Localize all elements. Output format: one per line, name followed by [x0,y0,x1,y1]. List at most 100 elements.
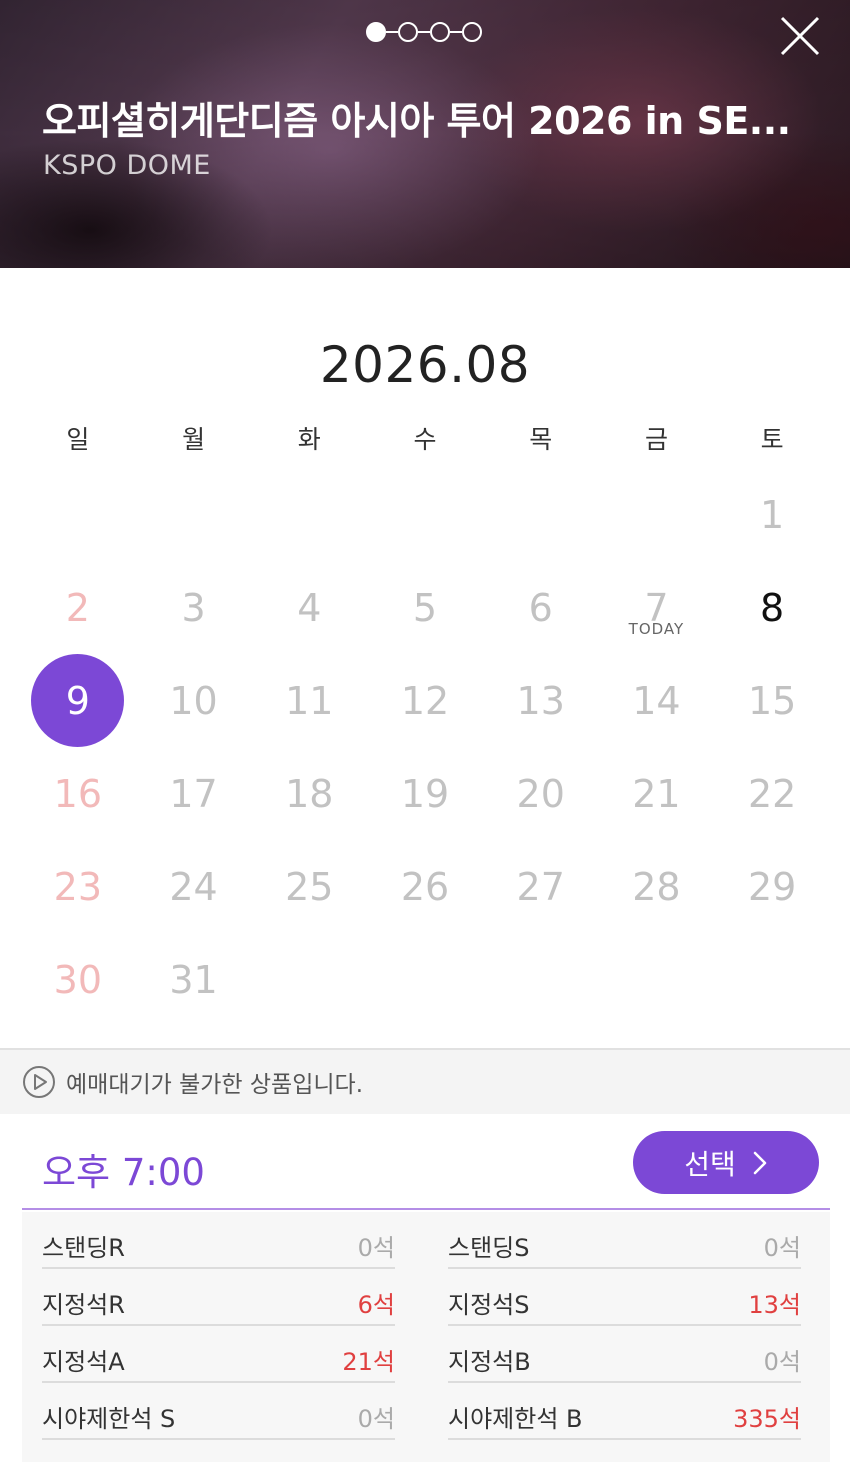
day-number: 10 [169,678,218,723]
day-number: 23 [53,864,103,909]
calendar-day: 27 [483,840,599,933]
event-title: 오피셜히게단디즘 아시아 투어 2026 in SE... [42,99,791,143]
weekday-sun: 일 [66,425,90,454]
notice-text: 예매대기가 불가한 상품입니다. [66,1072,364,1098]
select-button-label: 선택 [684,1147,736,1181]
day-number: 6 [528,585,553,630]
day-number: 31 [169,957,218,1002]
day-number: 30 [53,957,103,1002]
day-number: 28 [632,864,681,909]
calendar-day-selected[interactable]: 9 [20,654,136,747]
weekday-thu: 목 [529,425,553,454]
weekday-header: 일 월 화 수 목 금 토 [20,420,830,456]
day-number: 21 [632,771,681,816]
weekday-tue: 화 [297,425,321,454]
selected-day-number: 9 [31,654,125,747]
calendar-empty-cell [367,468,483,561]
day-number: 4 [297,585,322,630]
day-number: 25 [285,864,334,909]
calendar-day: 25 [251,840,367,933]
calendar-day: 19 [367,747,483,840]
calendar-day: 13 [483,654,599,747]
day-number: 29 [747,864,797,909]
calendar-day: 6 [483,561,599,654]
calendar-day: 1 [714,468,830,561]
image-pager[interactable] [366,22,482,42]
seat-remaining-count: 21석 [342,1348,395,1376]
calendar-day: 15 [714,654,830,747]
seat-grade-name: 지정석S [448,1291,530,1319]
calendar-day: 10 [136,654,252,747]
seat-remaining-count: 13석 [748,1291,801,1319]
day-number: 11 [285,678,334,723]
seat-grade-name: 시야제한석 B [448,1405,583,1433]
session-time: 오후 7:00 [42,1151,205,1194]
pager-connector [418,30,430,34]
pager-dot[interactable] [430,22,450,42]
event-header: 오피셜히게단디즘 아시아 투어 2026 in SE... KSPO DOME [0,0,850,268]
seat-row: 스탠딩R 0석 [42,1212,395,1269]
section-divider [22,1208,830,1210]
day-number: 16 [53,771,103,816]
calendar-day: 17 [136,747,252,840]
notice-bar: 예매대기가 불가한 상품입니다. [0,1048,850,1114]
day-number: 20 [516,771,565,816]
play-circle-icon [23,1066,55,1098]
calendar-day: 4 [251,561,367,654]
calendar-empty-cell [599,468,715,561]
calendar-day: 24 [136,840,252,933]
day-number: 19 [400,771,450,816]
calendar-day: 7 TODAY [599,561,715,654]
seat-row: 지정석B 0석 [448,1326,801,1383]
day-number: 5 [412,585,438,630]
weekday-sat: 토 [760,425,784,454]
calendar-day: 5 [367,561,483,654]
seat-row: 지정석A 21석 [42,1326,395,1383]
calendar-empty-cell [483,468,599,561]
seat-row: 스탠딩S 0석 [448,1212,801,1269]
seat-grade-name: 시야제한석 S [42,1405,176,1433]
close-icon [780,16,820,56]
calendar-day: 14 [599,654,715,747]
calendar-day[interactable]: 8 [714,561,830,654]
seat-row: 시야제한석 S 0석 [42,1383,395,1440]
day-number: 24 [169,864,218,909]
day-number: 14 [632,678,681,723]
pager-connector [386,30,398,34]
calendar-day: 21 [599,747,715,840]
day-number: 22 [747,771,797,816]
calendar-day: 18 [251,747,367,840]
day-number: 18 [285,771,334,816]
calendar-day: 11 [251,654,367,747]
seat-remaining-count: 0석 [357,1234,395,1262]
pager-connector [450,30,462,34]
weekday-fri: 금 [644,425,668,454]
pager-dot[interactable] [462,22,482,42]
select-button[interactable]: 선택 [633,1131,819,1194]
seat-remaining-count: 335석 [733,1405,801,1433]
calendar-empty-cell [251,468,367,561]
weekday-mon: 월 [182,425,206,454]
seat-grade-name: 지정석B [448,1348,531,1376]
calendar-day: 20 [483,747,599,840]
pager-dot[interactable] [398,22,418,42]
seat-grade-name: 지정석R [42,1291,125,1319]
calendar-day: 22 [714,747,830,840]
calendar-day: 12 [367,654,483,747]
calendar-month: 2026.08 [319,336,531,394]
seat-availability-table: 스탠딩R 0석 지정석R 6석 지정석A 21석 시야제한석 S 0석 스탠딩S 0석 지정석S 1… [22,1212,830,1462]
day-number: 13 [516,678,565,723]
calendar-day: 3 [136,561,252,654]
pager-dot[interactable] [366,22,386,42]
seat-grade-name: 지정석A [42,1348,125,1376]
seat-row: 지정석S 13석 [448,1269,801,1326]
seat-column-right: 스탠딩S 0석 지정석S 13석 지정석B 0석 시야제한석 B 335석 [448,1212,801,1440]
day-number: 12 [400,678,450,723]
seat-remaining-count: 0석 [763,1234,801,1262]
day-number: 17 [169,771,218,816]
day-number: 8 [760,585,785,630]
calendar-empty-cell [20,468,136,561]
weekday-wed: 수 [413,425,437,454]
close-button[interactable] [778,14,822,58]
today-label: TODAY [628,620,685,638]
